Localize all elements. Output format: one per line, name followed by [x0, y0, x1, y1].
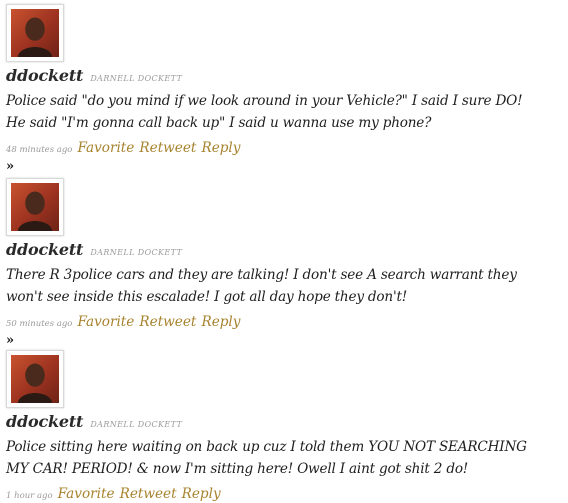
avatar[interactable]	[6, 4, 64, 62]
timestamp[interactable]: 1 hour ago	[6, 491, 53, 501]
favorite-link[interactable]: Favorite	[77, 140, 134, 156]
retweet-link[interactable]: Retweet	[139, 314, 196, 330]
favorite-link[interactable]: Favorite	[58, 486, 115, 502]
tweet-text: There R 3police cars and they are talkin…	[6, 264, 551, 308]
separator-glyph: »	[6, 333, 15, 348]
tweet-meta: 50 minutes ago Favorite Retweet Reply	[6, 311, 240, 330]
retweet-link[interactable]: Retweet	[139, 140, 196, 156]
tweet-text-line: Police said "do you mind if we look arou…	[6, 93, 523, 109]
timestamp[interactable]: 48 minutes ago	[6, 145, 72, 155]
avatar-photo	[11, 355, 59, 403]
tweet-text-line: Police sitting here waiting on back up c…	[6, 439, 527, 455]
avatar[interactable]	[6, 178, 64, 236]
separator-glyph: »	[6, 159, 15, 174]
avatar[interactable]	[6, 350, 64, 408]
tweet-header: ddockett DARNELL DOCKETT	[6, 412, 182, 431]
avatar-photo	[11, 9, 59, 57]
reply-link[interactable]: Reply	[201, 314, 240, 330]
tweet-text-line: He said "I'm gonna call back up" I said …	[6, 115, 432, 131]
tweet-meta: 48 minutes ago Favorite Retweet Reply	[6, 137, 240, 156]
tweet-header: ddockett DARNELL DOCKETT	[6, 240, 182, 259]
tweet-text-line: There R 3police cars and they are talkin…	[6, 267, 517, 283]
tweet-text-line: MY CAR! PERIOD! & now I'm sitting here! …	[6, 461, 469, 477]
timestamp[interactable]: 50 minutes ago	[6, 319, 72, 329]
reply-link[interactable]: Reply	[182, 486, 221, 502]
tweet-header: ddockett DARNELL DOCKETT	[6, 66, 182, 85]
username[interactable]: ddockett	[6, 66, 83, 85]
tweet-meta: 1 hour ago Favorite Retweet Reply	[6, 483, 221, 502]
username[interactable]: ddockett	[6, 240, 83, 259]
tweet-text: Police said "do you mind if we look arou…	[6, 90, 551, 134]
favorite-link[interactable]: Favorite	[77, 314, 134, 330]
retweet-link[interactable]: Retweet	[120, 486, 177, 502]
tweet-text: Police sitting here waiting on back up c…	[6, 436, 551, 480]
full-name: DARNELL DOCKETT	[90, 74, 183, 83]
username[interactable]: ddockett	[6, 412, 83, 431]
full-name: DARNELL DOCKETT	[90, 248, 183, 257]
full-name: DARNELL DOCKETT	[90, 420, 183, 429]
reply-link[interactable]: Reply	[201, 140, 240, 156]
tweet-text-line: won't see inside this escalade! I got al…	[6, 289, 408, 305]
avatar-photo	[11, 183, 59, 231]
